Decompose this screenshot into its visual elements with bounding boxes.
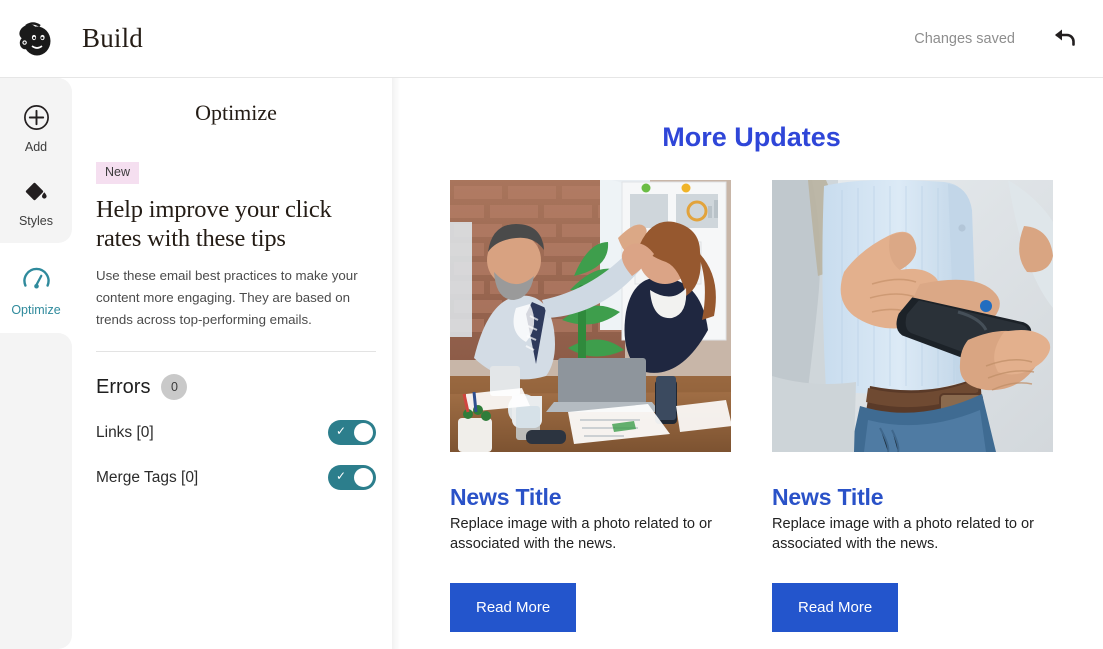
sidebar-item-optimize[interactable]: Optimize: [0, 254, 72, 328]
news-image-phone-handover[interactable]: [772, 180, 1053, 452]
toggle-knob: [354, 423, 373, 443]
check-row-merge-tags: Merge Tags [0] ✓: [96, 465, 376, 491]
errors-section-header: Errors 0: [96, 374, 376, 401]
save-status-text: Changes saved: [914, 30, 1015, 47]
sidebar-item-add[interactable]: Add: [0, 92, 72, 166]
check-icon: ✓: [336, 424, 347, 439]
paint-drop-icon: [23, 178, 50, 210]
read-more-button[interactable]: Read More: [450, 583, 577, 633]
left-tool-rail: Add Styles Optimize: [0, 78, 72, 649]
sidebar-item-label-optimize: Optimize: [11, 303, 61, 318]
tip-heading: Help improve your click rates with these…: [96, 195, 332, 253]
app-header: Build Changes saved: [0, 0, 1103, 78]
news-card-row: News Title Replace image with a photo re…: [400, 180, 1103, 633]
panel-body: New Help improve your click rates with t…: [72, 162, 400, 491]
undo-arrow-icon[interactable]: [1049, 24, 1079, 54]
errors-label: Errors: [96, 375, 151, 398]
news-card[interactable]: News Title Replace image with a photo re…: [772, 180, 1053, 633]
mailchimp-monkey-logo-icon[interactable]: [14, 16, 60, 62]
errors-count-badge: 0: [161, 374, 188, 401]
header-actions: Changes saved: [914, 24, 1079, 54]
check-icon: ✓: [336, 469, 347, 484]
sidebar-item-label-add: Add: [24, 140, 48, 155]
sidebar-item-label-styles: Styles: [18, 214, 54, 229]
optimize-panel: Optimize New Help improve your click rat…: [72, 78, 400, 649]
tip-body-text: Use these email best practices to make y…: [96, 268, 358, 327]
news-card-title: News Title: [450, 484, 562, 510]
toggle-links[interactable]: ✓: [328, 420, 376, 446]
news-card-text: Replace image with a photo related to or…: [450, 516, 713, 553]
news-card[interactable]: News Title Replace image with a photo re…: [450, 180, 731, 633]
read-more-button[interactable]: Read More: [772, 583, 899, 633]
sidebar-item-styles[interactable]: Styles: [0, 166, 72, 240]
toggle-merge-tags[interactable]: ✓: [328, 465, 376, 491]
plus-circle-icon: [23, 104, 50, 136]
page-title: Build: [82, 23, 144, 53]
news-card-title: News Title: [772, 484, 884, 510]
toggle-knob: [354, 468, 373, 488]
news-image-high-five[interactable]: [450, 180, 731, 452]
panel-divider: [96, 351, 376, 353]
check-label-links: Links [0]: [96, 423, 154, 441]
email-preview-canvas[interactable]: More Updates News Title Replace image wi…: [400, 78, 1103, 649]
news-card-text: Replace image with a photo related to or…: [772, 516, 1035, 553]
check-row-links: Links [0] ✓: [96, 420, 376, 446]
new-badge: New: [96, 162, 140, 184]
speedometer-gauge-icon: [22, 265, 51, 299]
panel-title: Optimize: [195, 100, 277, 125]
build-editor-app: Build Changes saved Add Styles Optimize …: [0, 0, 1103, 649]
email-section-heading: More Updates: [662, 122, 841, 152]
rail-card-lower: [0, 333, 72, 649]
check-label-merge-tags: Merge Tags [0]: [96, 468, 199, 486]
